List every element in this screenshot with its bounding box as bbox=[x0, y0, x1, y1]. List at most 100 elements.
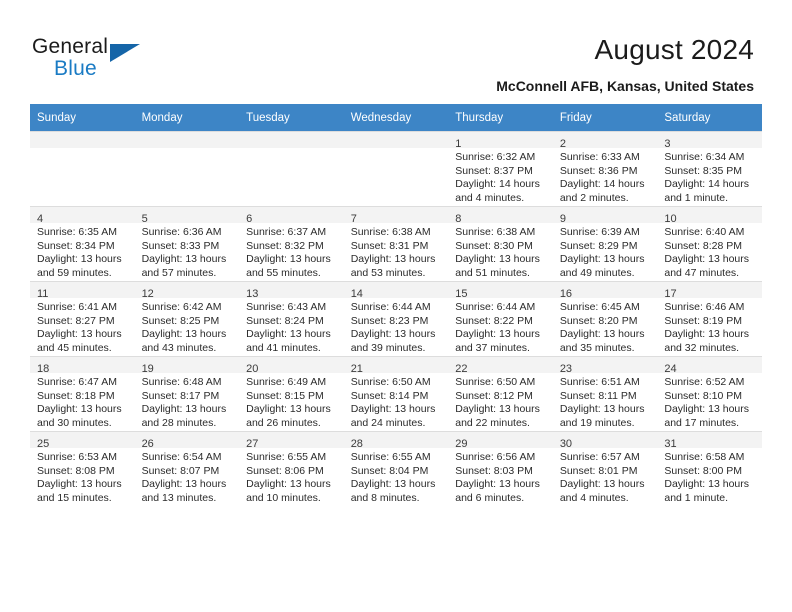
sunset-time: Sunset: 8:36 PM bbox=[559, 164, 638, 177]
calendar-day-cell[interactable]: 27 Sunrise: 6:55 AM Sunset: 8:06 PM Dayligh… bbox=[239, 431, 344, 506]
calendar-day-cell[interactable]: 24 Sunrise: 6:52 AM Sunset: 8:10 PM Dayligh… bbox=[657, 356, 762, 431]
day-cell-content: 17 Sunrise: 6:46 AM Sunset: 8:19 PM Dayligh… bbox=[657, 281, 762, 356]
daylight-duration-line1: Daylight: 13 hours bbox=[141, 328, 227, 340]
sunrise-time: Sunrise: 6:42 AM bbox=[141, 301, 222, 313]
calendar-day-cell[interactable]: 13 Sunrise: 6:43 AM Sunset: 8:24 PM Dayligh… bbox=[239, 281, 344, 356]
daylight-duration-line1: Daylight: 13 hours bbox=[141, 478, 227, 490]
sunrise-sunset-calendar-table: Sunday Monday Tuesday Wednesday Thursday Frid… bbox=[30, 104, 762, 506]
daylight-duration-line1: Daylight: 13 hours bbox=[350, 328, 436, 340]
calendar-day-cell[interactable]: 25 Sunrise: 6:53 AM Sunset: 8:08 PM Dayligh… bbox=[30, 431, 135, 506]
calendar-day-cell[interactable]: 23 Sunrise: 6:51 AM Sunset: 8:11 PM Dayligh… bbox=[552, 356, 658, 431]
calendar-day-cell[interactable]: 8 Sunrise: 6:38 AM Sunset: 8:30 PM Daylight… bbox=[448, 206, 553, 281]
calendar-day-cell[interactable]: 7 Sunrise: 6:38 AM Sunset: 8:31 PM Daylight… bbox=[343, 206, 449, 281]
day-number-strip: 5 bbox=[134, 207, 240, 225]
day-detail-lines: Sunrise: 6:35 AM Sunset: 8:34 PM Daylight:… bbox=[30, 223, 135, 280]
daylight-duration-line1: Daylight: 13 hours bbox=[455, 253, 540, 265]
calendar-day-cell[interactable]: 30 Sunrise: 6:57 AM Sunset: 8:01 PM Dayligh… bbox=[552, 431, 658, 506]
day-number-strip: 6 bbox=[239, 207, 344, 225]
calendar-day-cell[interactable]: 26 Sunrise: 6:54 AM Sunset: 8:07 PM Dayligh… bbox=[134, 431, 240, 506]
sunset-time: Sunset: 8:33 PM bbox=[141, 239, 220, 252]
calendar-day-cell[interactable]: 29 Sunrise: 6:56 AM Sunset: 8:03 PM Dayligh… bbox=[448, 431, 553, 506]
daylight-duration-line1: Daylight: 13 hours bbox=[559, 478, 645, 490]
day-number-strip: 18 bbox=[30, 357, 135, 375]
calendar-day-cell[interactable]: 3 Sunrise: 6:34 AM Sunset: 8:35 PM Daylight… bbox=[657, 131, 762, 206]
day-cell-content: 25 Sunrise: 6:53 AM Sunset: 8:08 PM Dayligh… bbox=[30, 431, 135, 506]
sunrise-time: Sunrise: 6:45 AM bbox=[559, 301, 640, 313]
day-detail-lines: Sunrise: 6:58 AM Sunset: 8:00 PM Daylight:… bbox=[657, 448, 762, 505]
weekday-row: Sunday Monday Tuesday Wednesday Thursday Frid… bbox=[30, 104, 762, 131]
sunrise-time: Sunrise: 6:55 AM bbox=[246, 451, 327, 463]
calendar-day-cell[interactable]: 21 Sunrise: 6:50 AM Sunset: 8:14 PM Dayligh… bbox=[343, 356, 449, 431]
day-detail-lines: Sunrise: 6:46 AM Sunset: 8:19 PM Daylight:… bbox=[657, 298, 762, 355]
calendar-day-cell[interactable]: 5 Sunrise: 6:36 AM Sunset: 8:33 PM Daylight… bbox=[134, 206, 240, 281]
empty-day-number-strip bbox=[30, 132, 135, 148]
daylight-duration-line2: and 32 minutes. bbox=[664, 341, 740, 354]
day-cell-content: 11 Sunrise: 6:41 AM Sunset: 8:27 PM Dayligh… bbox=[30, 281, 135, 356]
sunset-time: Sunset: 8:20 PM bbox=[559, 314, 638, 327]
calendar-day-cell[interactable]: 11 Sunrise: 6:41 AM Sunset: 8:27 PM Dayligh… bbox=[30, 281, 135, 356]
day-number: 29 bbox=[455, 438, 468, 450]
daylight-duration-line1: Daylight: 13 hours bbox=[141, 253, 227, 265]
calendar-day-cell[interactable]: 19 Sunrise: 6:48 AM Sunset: 8:17 PM Dayligh… bbox=[134, 356, 240, 431]
calendar-day-cell[interactable]: 31 Sunrise: 6:58 AM Sunset: 8:00 PM Dayligh… bbox=[657, 431, 762, 506]
calendar-day-cell[interactable]: 9 Sunrise: 6:39 AM Sunset: 8:29 PM Daylight… bbox=[552, 206, 658, 281]
daylight-duration-line2: and 26 minutes. bbox=[246, 416, 321, 429]
calendar-day-cell[interactable]: 22 Sunrise: 6:50 AM Sunset: 8:12 PM Dayligh… bbox=[448, 356, 553, 431]
sunset-time: Sunset: 8:24 PM bbox=[246, 314, 324, 327]
calendar-day-cell[interactable]: 2 Sunrise: 6:33 AM Sunset: 8:36 PM Daylight… bbox=[552, 131, 658, 206]
calendar-day-cell[interactable]: 10 Sunrise: 6:40 AM Sunset: 8:28 PM Dayligh… bbox=[657, 206, 762, 281]
day-number: 3 bbox=[664, 138, 671, 150]
calendar-day-cell[interactable]: 4 Sunrise: 6:35 AM Sunset: 8:34 PM Daylight… bbox=[30, 206, 135, 281]
daylight-duration-line2: and 51 minutes. bbox=[455, 266, 530, 279]
sunset-time: Sunset: 8:30 PM bbox=[455, 239, 533, 252]
day-number-strip: 3 bbox=[657, 132, 762, 150]
weekday-header-thursday: Thursday bbox=[448, 104, 553, 131]
calendar-day-cell[interactable]: 18 Sunrise: 6:47 AM Sunset: 8:18 PM Dayligh… bbox=[30, 356, 135, 431]
sunset-time: Sunset: 8:18 PM bbox=[37, 389, 115, 402]
day-detail-lines: Sunrise: 6:36 AM Sunset: 8:33 PM Daylight:… bbox=[135, 223, 240, 280]
daylight-duration-line2: and 53 minutes. bbox=[350, 266, 426, 279]
daylight-duration-line1: Daylight: 13 hours bbox=[559, 253, 645, 265]
daylight-duration-line2: and 55 minutes. bbox=[246, 266, 321, 279]
sunrise-time: Sunrise: 6:56 AM bbox=[455, 451, 536, 463]
day-cell-content: 23 Sunrise: 6:51 AM Sunset: 8:11 PM Dayligh… bbox=[552, 356, 658, 431]
day-number-strip: 11 bbox=[30, 282, 135, 300]
page-subtitle-location: McConnell AFB, Kansas, United States bbox=[496, 78, 754, 94]
calendar-day-cell[interactable]: 28 Sunrise: 6:55 AM Sunset: 8:04 PM Dayligh… bbox=[343, 431, 449, 506]
day-detail-lines: Sunrise: 6:55 AM Sunset: 8:04 PM Daylight:… bbox=[344, 448, 449, 505]
daylight-duration-line1: Daylight: 13 hours bbox=[664, 253, 750, 265]
calendar-week-row: 11 Sunrise: 6:41 AM Sunset: 8:27 PM Dayligh… bbox=[30, 281, 762, 356]
daylight-duration-line2: and 19 minutes. bbox=[559, 416, 635, 429]
calendar-day-cell[interactable]: 1 Sunrise: 6:32 AM Sunset: 8:37 PM Daylight… bbox=[448, 131, 553, 206]
sunset-time: Sunset: 8:25 PM bbox=[141, 314, 220, 327]
day-detail-lines: Sunrise: 6:38 AM Sunset: 8:30 PM Daylight:… bbox=[448, 223, 553, 280]
general-blue-logo[interactable]: General Blue bbox=[32, 35, 152, 87]
day-number-strip: 27 bbox=[239, 432, 344, 450]
day-cell-content: 3 Sunrise: 6:34 AM Sunset: 8:35 PM Daylight… bbox=[657, 131, 762, 206]
calendar-day-cell[interactable]: 14 Sunrise: 6:44 AM Sunset: 8:23 PM Dayligh… bbox=[343, 281, 449, 356]
sunset-time: Sunset: 8:04 PM bbox=[350, 464, 429, 477]
daylight-duration-line1: Daylight: 13 hours bbox=[559, 403, 645, 415]
empty-day-number-strip bbox=[239, 132, 344, 148]
daylight-duration-line2: and 17 minutes. bbox=[664, 416, 740, 429]
day-cell-content: 22 Sunrise: 6:50 AM Sunset: 8:12 PM Dayligh… bbox=[448, 356, 553, 431]
daylight-duration-line2: and 4 minutes. bbox=[559, 491, 629, 504]
calendar-day-cell[interactable]: 15 Sunrise: 6:44 AM Sunset: 8:22 PM Dayligh… bbox=[448, 281, 553, 356]
calendar-week-row: 1 Sunrise: 6:32 AM Sunset: 8:37 PM Daylight… bbox=[30, 131, 762, 206]
calendar-header-row: Sunday Monday Tuesday Wednesday Thursday Frid… bbox=[30, 104, 762, 131]
day-detail-lines: Sunrise: 6:48 AM Sunset: 8:17 PM Daylight:… bbox=[135, 373, 240, 430]
daylight-duration-line2: and 1 minute. bbox=[664, 491, 729, 504]
day-detail-lines: Sunrise: 6:33 AM Sunset: 8:36 PM Daylight:… bbox=[553, 148, 658, 205]
daylight-duration-line2: and 57 minutes. bbox=[141, 266, 217, 279]
calendar-day-cell[interactable]: 6 Sunrise: 6:37 AM Sunset: 8:32 PM Daylight… bbox=[239, 206, 344, 281]
calendar-week-row: 4 Sunrise: 6:35 AM Sunset: 8:34 PM Daylight… bbox=[30, 206, 762, 281]
calendar-week-row: 25 Sunrise: 6:53 AM Sunset: 8:08 PM Dayligh… bbox=[30, 431, 762, 506]
calendar-day-cell[interactable]: 17 Sunrise: 6:46 AM Sunset: 8:19 PM Dayligh… bbox=[657, 281, 762, 356]
calendar-day-cell[interactable]: 20 Sunrise: 6:49 AM Sunset: 8:15 PM Dayligh… bbox=[239, 356, 344, 431]
calendar-day-cell[interactable]: 12 Sunrise: 6:42 AM Sunset: 8:25 PM Dayligh… bbox=[134, 281, 240, 356]
day-detail-lines: Sunrise: 6:44 AM Sunset: 8:23 PM Daylight:… bbox=[344, 298, 449, 355]
day-number-strip: 7 bbox=[343, 207, 449, 225]
calendar-day-cell[interactable]: 16 Sunrise: 6:45 AM Sunset: 8:20 PM Dayligh… bbox=[552, 281, 658, 356]
day-cell-content: 4 Sunrise: 6:35 AM Sunset: 8:34 PM Daylight… bbox=[30, 206, 135, 281]
day-detail-lines: Sunrise: 6:50 AM Sunset: 8:14 PM Daylight:… bbox=[344, 373, 449, 430]
